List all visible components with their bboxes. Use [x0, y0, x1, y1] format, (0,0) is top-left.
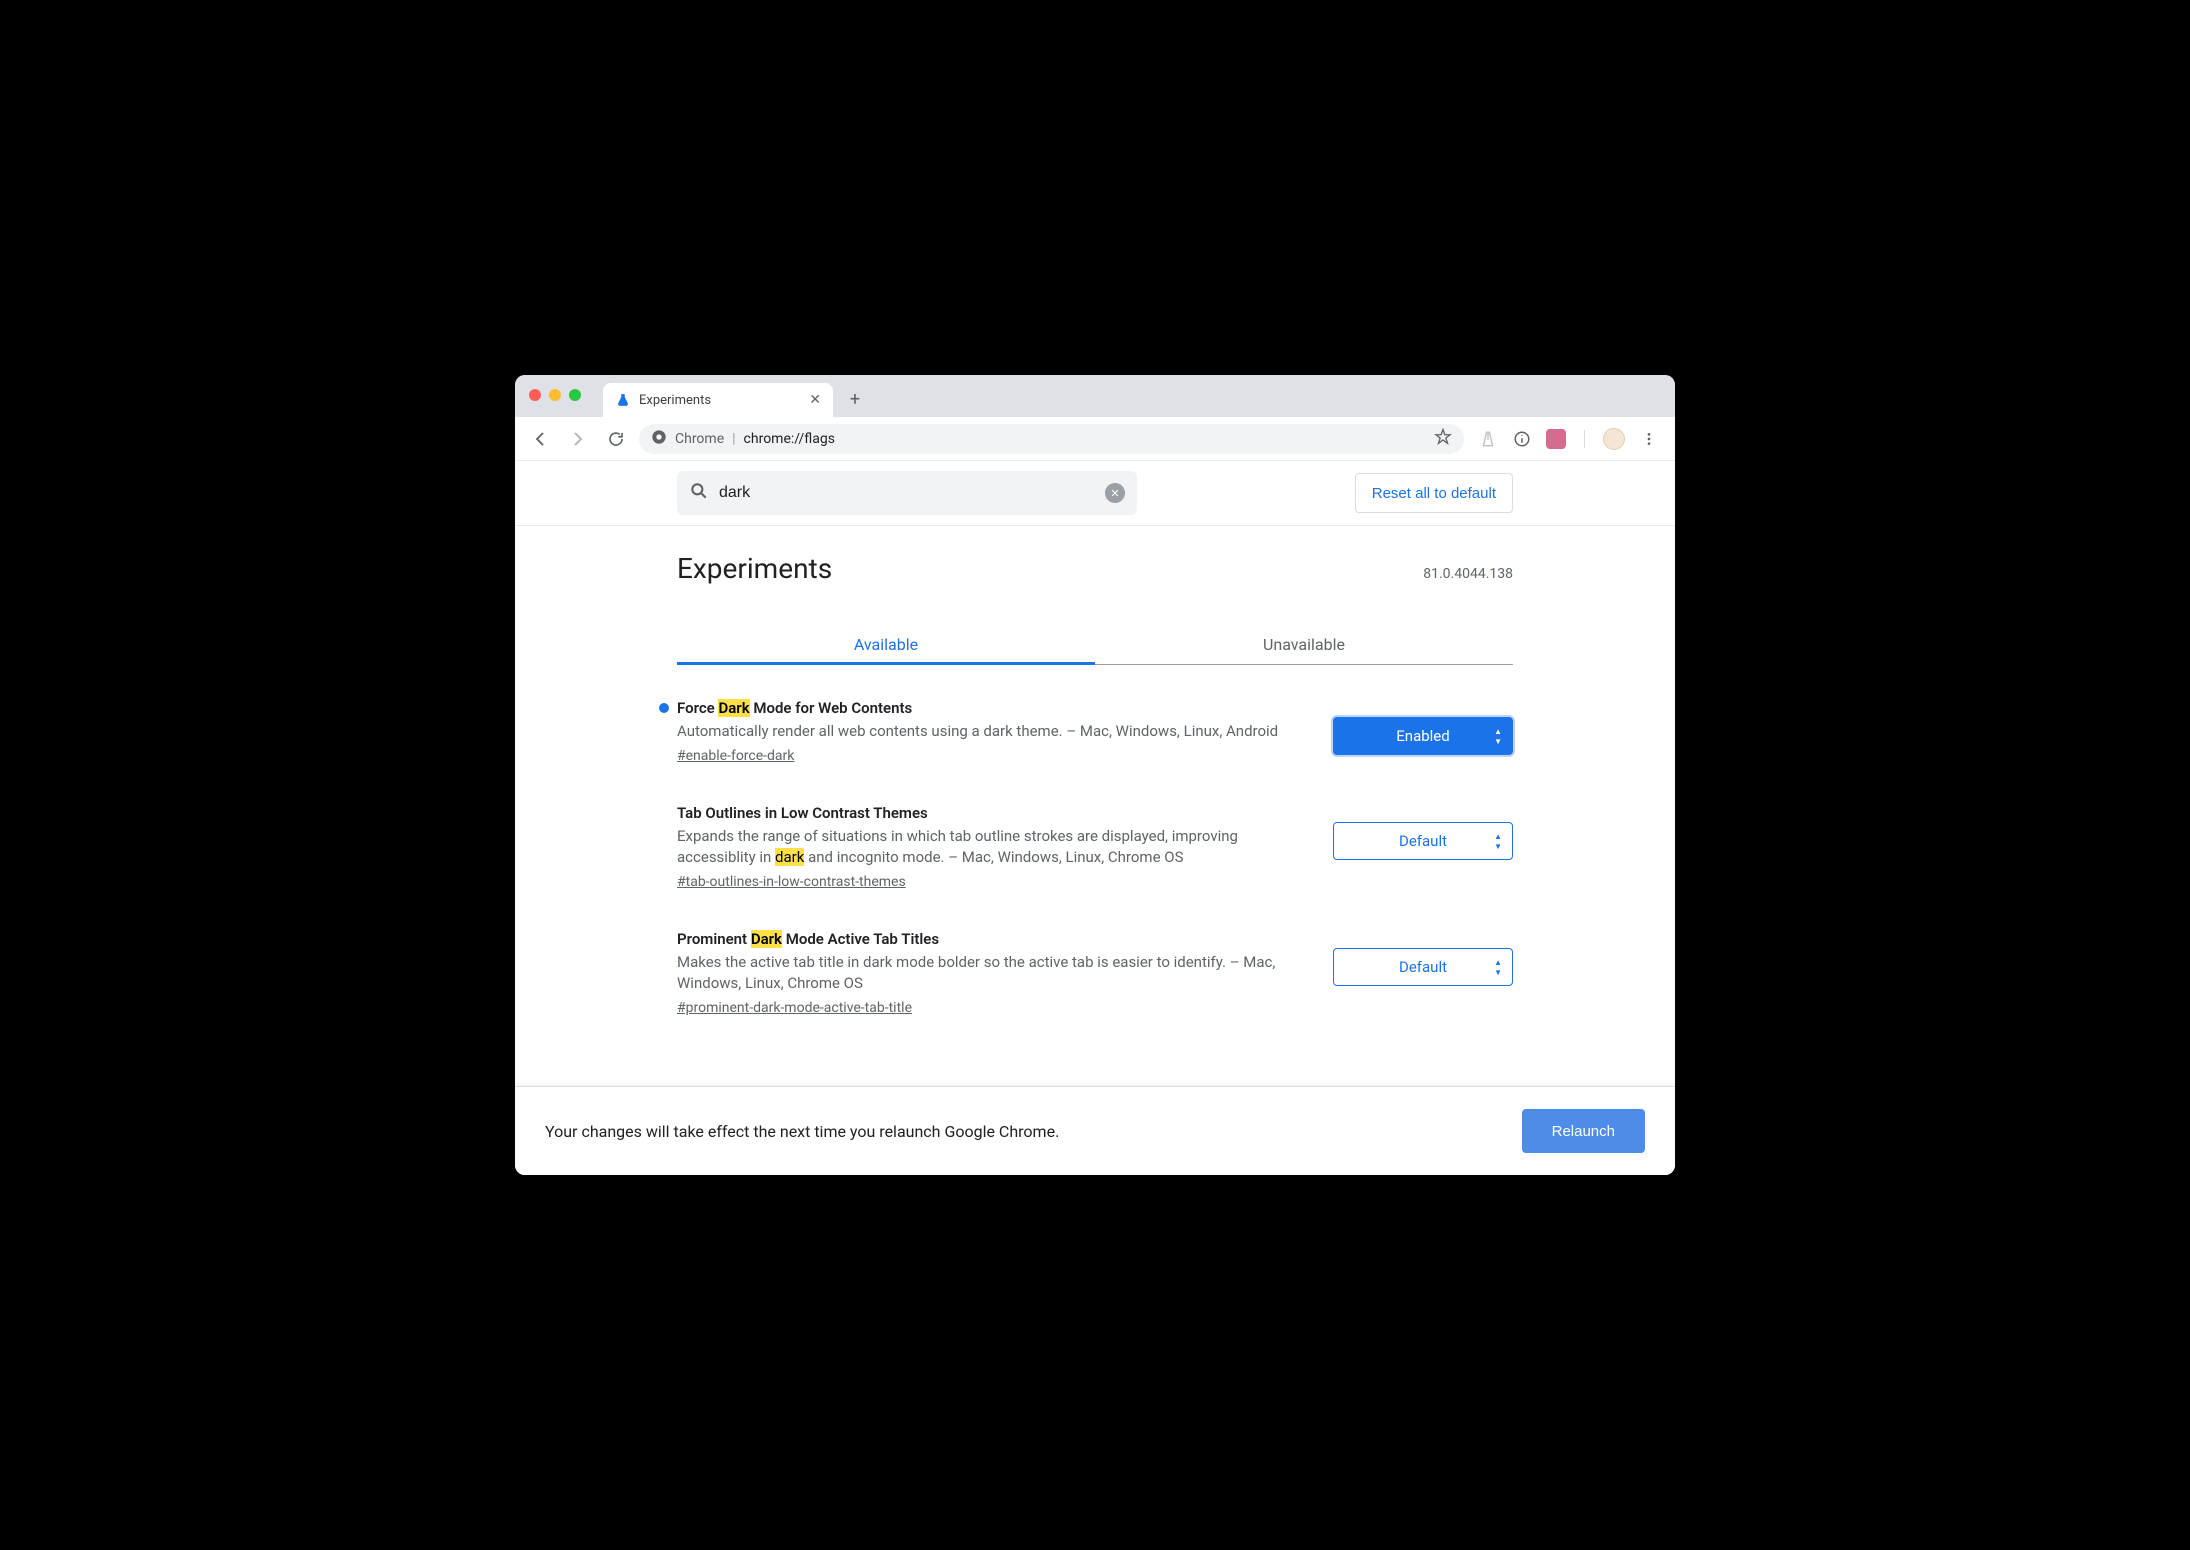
new-tab-button[interactable]: +: [841, 385, 869, 413]
close-window-button[interactable]: [529, 389, 541, 401]
tab-strip: Experiments ✕ +: [515, 375, 1675, 417]
flag-select[interactable]: Default▲▼: [1333, 948, 1513, 986]
omnibox-url: chrome://flags: [744, 431, 835, 447]
relaunch-bar: Your changes will take effect the next t…: [515, 1086, 1675, 1175]
clear-search-icon[interactable]: ✕: [1105, 483, 1125, 503]
flag-select[interactable]: Default▲▼: [1333, 822, 1513, 860]
flag-description: Expands the range of situations in which…: [677, 826, 1293, 868]
minimize-window-button[interactable]: [549, 389, 561, 401]
search-input[interactable]: [719, 484, 1095, 502]
flag-title: Force Dark Mode for Web Contents: [677, 699, 1293, 717]
flag-title: Prominent Dark Mode Active Tab Titles: [677, 930, 1293, 948]
window-controls: [529, 389, 581, 401]
reset-all-button[interactable]: Reset all to default: [1355, 473, 1513, 513]
flag-anchor-link[interactable]: #enable-force-dark: [677, 748, 794, 764]
info-icon[interactable]: [1512, 429, 1532, 449]
chevron-updown-icon: ▲▼: [1494, 727, 1502, 746]
separator: [1584, 430, 1585, 448]
tab-unavailable[interactable]: Unavailable: [1095, 625, 1513, 664]
star-icon[interactable]: [1434, 428, 1452, 450]
extension-icons: [1472, 428, 1665, 450]
version-label: 81.0.4044.138: [1423, 566, 1513, 582]
extension-pink-icon[interactable]: [1546, 429, 1566, 449]
omnibox-separator: |: [732, 431, 735, 447]
flag-row: Prominent Dark Mode Active Tab Titles Mak…: [677, 930, 1513, 1016]
relaunch-button[interactable]: Relaunch: [1522, 1109, 1645, 1153]
flask-icon: [615, 392, 631, 408]
browser-tab[interactable]: Experiments ✕: [603, 383, 833, 417]
toolbar: Chrome | chrome://flags: [515, 417, 1675, 461]
back-button[interactable]: [525, 424, 555, 454]
metronome-icon[interactable]: [1478, 429, 1498, 449]
browser-window: Experiments ✕ + Chrome | chrome://flags: [515, 375, 1675, 1175]
tabs: Available Unavailable: [677, 625, 1513, 665]
chevron-updown-icon: ▲▼: [1494, 958, 1502, 977]
omnibox-origin: Chrome: [675, 431, 724, 447]
flag-description: Makes the active tab title in dark mode …: [677, 952, 1293, 994]
menu-icon[interactable]: [1639, 429, 1659, 449]
profile-avatar[interactable]: [1603, 428, 1625, 450]
search-row: ✕ Reset all to default: [515, 461, 1675, 526]
tab-available[interactable]: Available: [677, 625, 1095, 664]
page-title: Experiments: [677, 552, 832, 585]
flag-anchor-link[interactable]: #tab-outlines-in-low-contrast-themes: [677, 874, 906, 890]
flag-description: Automatically render all web contents us…: [677, 721, 1293, 742]
flag-row: Tab Outlines in Low Contrast Themes Expan…: [677, 804, 1513, 890]
search-icon: [689, 481, 709, 505]
chrome-icon: [651, 429, 667, 449]
tab-title: Experiments: [639, 393, 801, 408]
address-bar[interactable]: Chrome | chrome://flags: [639, 424, 1464, 454]
flags-list: Force Dark Mode for Web Contents Automati…: [677, 699, 1513, 1016]
flag-row: Force Dark Mode for Web Contents Automati…: [677, 699, 1513, 764]
close-tab-icon[interactable]: ✕: [809, 392, 821, 408]
search-box: ✕: [677, 471, 1137, 515]
flag-title: Tab Outlines in Low Contrast Themes: [677, 804, 1293, 822]
page-content: ✕ Reset all to default Experiments 81.0.…: [515, 461, 1675, 1175]
maximize-window-button[interactable]: [569, 389, 581, 401]
modified-dot-icon: [659, 703, 669, 713]
flag-anchor-link[interactable]: #prominent-dark-mode-active-tab-title: [677, 1000, 912, 1016]
flag-select[interactable]: Enabled▲▼: [1333, 717, 1513, 755]
chevron-updown-icon: ▲▼: [1494, 832, 1502, 851]
forward-button[interactable]: [563, 424, 593, 454]
reload-button[interactable]: [601, 424, 631, 454]
relaunch-message: Your changes will take effect the next t…: [545, 1122, 1059, 1141]
